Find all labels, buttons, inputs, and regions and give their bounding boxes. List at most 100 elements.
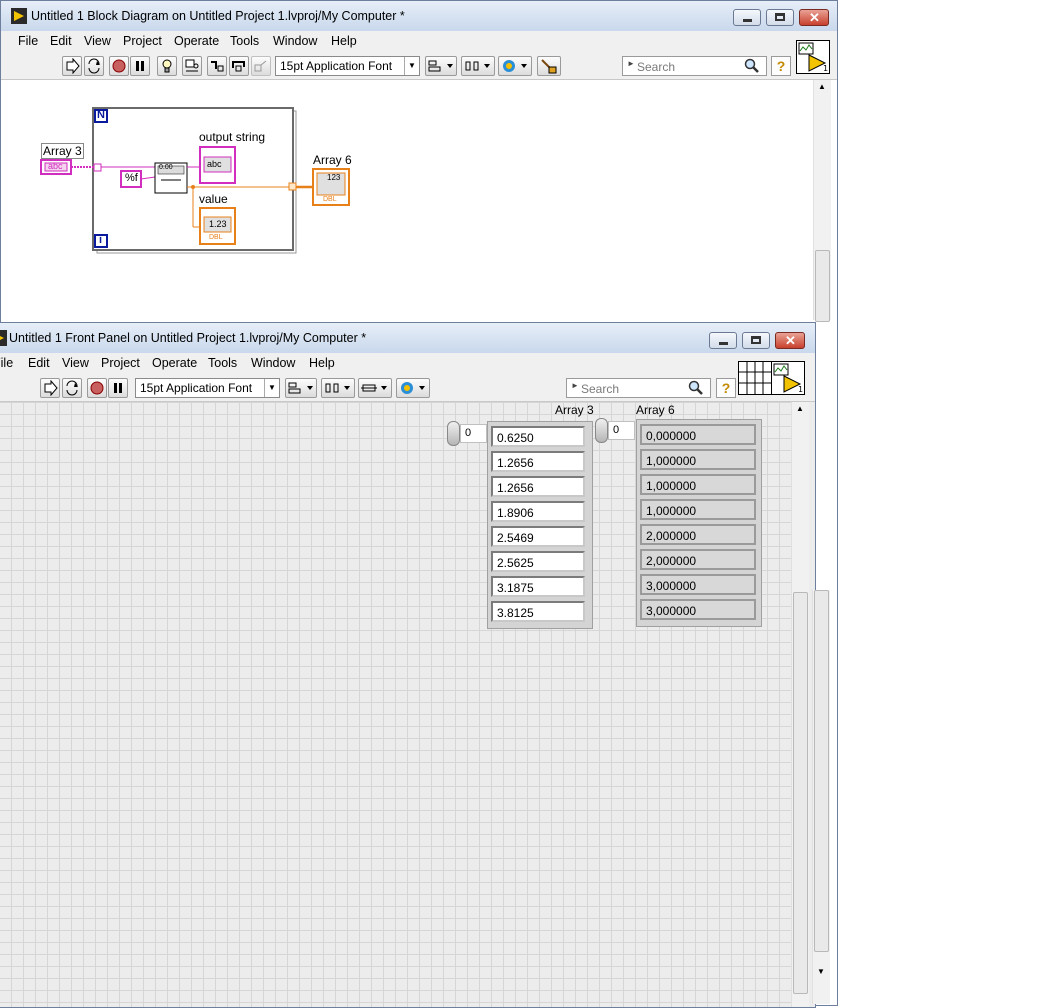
menu-file[interactable]: File — [0, 356, 13, 370]
block-diagram-lower-vscroll-thumb[interactable] — [814, 590, 829, 952]
step-out-icon — [254, 60, 267, 72]
scroll-up-icon[interactable]: ▲ — [818, 82, 826, 91]
block-diagram-graphic — [40, 107, 350, 254]
help-button[interactable]: ? — [716, 378, 736, 398]
menu-edit[interactable]: Edit — [50, 34, 72, 48]
menu-project[interactable]: Project — [123, 34, 162, 48]
menu-help[interactable]: Help — [309, 356, 335, 370]
array6-index-stepper[interactable] — [595, 418, 608, 443]
connector-pane[interactable] — [738, 361, 772, 395]
array6-label[interactable]: Array 6 — [313, 153, 352, 167]
maximize-button[interactable] — [742, 332, 770, 349]
menu-window[interactable]: Window — [251, 356, 295, 370]
run-continuously-button[interactable] — [62, 378, 82, 398]
font-selector[interactable]: 15pt Application Font ▼ — [135, 378, 280, 398]
array3-index-stepper[interactable] — [447, 421, 460, 446]
menu-view[interactable]: View — [84, 34, 111, 48]
font-selector[interactable]: 15pt Application Font ▼ — [275, 56, 420, 76]
menu-window[interactable]: Window — [273, 34, 317, 48]
front-panel-vscroll-thumb[interactable] — [793, 592, 808, 994]
block-diagram-vscrollbar[interactable]: ▲ — [813, 80, 831, 322]
probe-icon — [185, 59, 199, 72]
close-button[interactable]: ✕ — [775, 332, 805, 349]
run-continuously-button[interactable] — [84, 56, 104, 76]
run-button[interactable] — [40, 378, 60, 398]
menu-project[interactable]: Project — [101, 356, 140, 370]
reorder-icon — [401, 382, 425, 394]
menu-view[interactable]: View — [62, 356, 89, 370]
array3-label[interactable]: Array 3 — [41, 143, 84, 159]
abort-button[interactable] — [87, 378, 107, 398]
menu-tools[interactable]: Tools — [230, 34, 259, 48]
array6-terminal-text: 123 — [327, 173, 341, 182]
reorder-button[interactable] — [498, 56, 532, 76]
array3-element[interactable]: 2.5625 — [491, 551, 585, 572]
align-objects-button[interactable] — [425, 56, 457, 76]
chevron-down-icon: ▼ — [404, 57, 419, 75]
array3-element[interactable]: 1.8906 — [491, 501, 585, 522]
block-diagram-titlebar[interactable]: Untitled 1 Block Diagram on Untitled Pro… — [1, 1, 837, 31]
vi-icon[interactable]: 1 — [796, 40, 830, 74]
loop-count-terminal[interactable]: N — [97, 109, 105, 121]
clean-up-diagram-button[interactable] — [537, 56, 561, 76]
array3-index-display[interactable]: 0 — [460, 424, 487, 443]
align-icon — [288, 382, 313, 394]
block-diagram-canvas[interactable]: N i Array 3 abc %f 0.00 output string ab… — [1, 80, 819, 324]
scroll-down-icon[interactable]: ▼ — [817, 967, 825, 976]
abort-button[interactable] — [109, 56, 129, 76]
menu-tools[interactable]: Tools — [208, 356, 237, 370]
array3-element[interactable]: 1.2656 — [491, 451, 585, 472]
array6-element: 1,000000 — [640, 499, 756, 520]
vi-icon[interactable]: 1 — [771, 361, 805, 395]
front-panel-vscrollbar[interactable]: ▲ — [791, 402, 809, 1007]
connector-pane-grid-icon — [739, 362, 771, 394]
step-over-button[interactable] — [229, 56, 249, 76]
block-diagram-vscroll-thumb[interactable] — [815, 250, 830, 322]
menu-operate[interactable]: Operate — [152, 356, 197, 370]
front-panel-canvas[interactable]: Array 3 0 0.6250 1.2656 1.2656 1.8906 2.… — [0, 402, 795, 1007]
search-input[interactable]: ► Search — [622, 56, 767, 76]
array3-label[interactable]: Array 3 — [555, 403, 594, 417]
distribute-objects-button[interactable] — [461, 56, 495, 76]
menu-operate[interactable]: Operate — [174, 34, 219, 48]
highlight-execution-button[interactable] — [157, 56, 177, 76]
output-string-label[interactable]: output string — [199, 130, 265, 144]
array3-element[interactable]: 3.1875 — [491, 576, 585, 597]
retain-wire-values-button[interactable] — [182, 56, 202, 76]
format-string-constant[interactable]: %f — [125, 172, 138, 184]
menu-file[interactable]: File — [18, 34, 38, 48]
pause-button[interactable] — [108, 378, 128, 398]
array6-label[interactable]: Array 6 — [636, 403, 675, 417]
search-input[interactable]: ► Search — [566, 378, 711, 398]
pause-button[interactable] — [130, 56, 150, 76]
reorder-button[interactable] — [396, 378, 430, 398]
step-into-button[interactable] — [207, 56, 227, 76]
run-continuously-icon — [88, 58, 100, 74]
minimize-button[interactable] — [709, 332, 737, 349]
loop-index-terminal[interactable]: i — [99, 234, 102, 246]
front-panel-titlebar[interactable]: Untitled 1 Front Panel on Untitled Proje… — [0, 323, 815, 353]
run-button[interactable] — [62, 56, 82, 76]
distribute-objects-button[interactable] — [321, 378, 355, 398]
scan-from-string-node[interactable]: 0.00 — [159, 164, 173, 171]
array3-element[interactable]: 1.2656 — [491, 476, 585, 497]
close-button[interactable]: ✕ — [799, 9, 829, 26]
menu-help[interactable]: Help — [331, 34, 357, 48]
align-objects-button[interactable] — [285, 378, 317, 398]
stop-icon — [112, 59, 126, 73]
array6-element: 1,000000 — [640, 449, 756, 470]
value-label[interactable]: value — [199, 192, 228, 206]
resize-objects-button[interactable] — [358, 378, 392, 398]
scroll-up-icon[interactable]: ▲ — [796, 404, 804, 413]
step-out-button[interactable] — [251, 56, 271, 76]
array3-element[interactable]: 3.8125 — [491, 601, 585, 622]
front-panel-menubar: File Edit View Project Operate Tools Win… — [0, 353, 815, 375]
block-diagram-lower-vscrollbar[interactable]: ▼ — [812, 590, 830, 1004]
array6-index-display[interactable]: 0 — [608, 421, 635, 440]
array3-element[interactable]: 2.5469 — [491, 526, 585, 547]
menu-edit[interactable]: Edit — [28, 356, 50, 370]
maximize-button[interactable] — [766, 9, 794, 26]
help-button[interactable]: ? — [771, 56, 791, 76]
array3-element[interactable]: 0.6250 — [491, 426, 585, 447]
minimize-button[interactable] — [733, 9, 761, 26]
